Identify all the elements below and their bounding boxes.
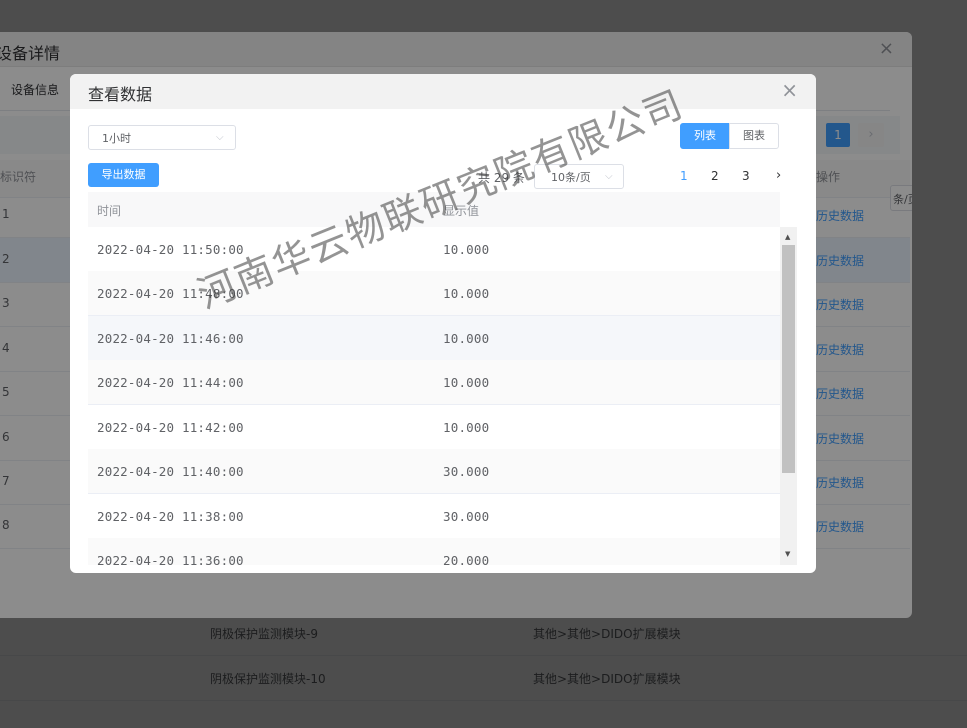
scrollbar-thumb[interactable]: [782, 245, 795, 473]
cell-time: 2022-04-20 11:38:00: [97, 509, 244, 524]
table-row[interactable]: 2022-04-20 11:42:00 10.000: [88, 405, 780, 450]
cell-time: 2022-04-20 11:48:00: [97, 286, 244, 301]
cell-time: 2022-04-20 11:40:00: [97, 464, 244, 479]
table-row[interactable]: 2022-04-20 11:48:00 10.000: [88, 271, 780, 316]
dialog-header: 查看数据 ×: [70, 74, 816, 109]
cell-value: 10.000: [443, 331, 490, 346]
export-data-button[interactable]: 导出数据: [88, 163, 159, 187]
cell-time: 2022-04-20 11:42:00: [97, 420, 244, 435]
time-range-value: 1小时: [102, 132, 131, 145]
scroll-up-icon[interactable]: ▲: [785, 233, 790, 241]
table-row[interactable]: 2022-04-20 11:50:00 10.000: [88, 227, 780, 272]
table-row[interactable]: 2022-04-20 11:44:00 10.000: [88, 360, 780, 405]
chevron-down-icon: ⌵: [216, 132, 224, 143]
column-header-time: 时间: [97, 204, 122, 218]
cell-value: 10.000: [443, 242, 490, 257]
view-data-dialog: 查看数据 × 1小时 ⌵ 列表 图表 导出数据 共 29 条 10条/页 ⌵ 1…: [70, 74, 816, 573]
page-size-value: 10条/页: [551, 171, 591, 184]
cell-value: 30.000: [443, 509, 490, 524]
column-header-value: 显示值: [443, 204, 480, 218]
cell-value: 20.000: [443, 553, 490, 565]
pagination-page-2[interactable]: 2: [711, 169, 719, 183]
view-list-button[interactable]: 列表: [680, 123, 730, 149]
table-row[interactable]: 2022-04-20 11:46:00 10.000: [88, 316, 780, 361]
close-icon[interactable]: ×: [781, 78, 798, 102]
pagination-next-button[interactable]: ›: [776, 168, 781, 183]
table-row[interactable]: 2022-04-20 11:38:00 30.000: [88, 494, 780, 539]
cell-time: 2022-04-20 11:50:00: [97, 242, 244, 257]
cell-time: 2022-04-20 11:44:00: [97, 375, 244, 390]
cell-value: 10.000: [443, 286, 490, 301]
table-row[interactable]: 2022-04-20 11:36:00 20.000: [88, 538, 780, 565]
cell-value: 30.000: [443, 464, 490, 479]
time-range-select[interactable]: 1小时 ⌵: [88, 125, 236, 150]
table-scrollbar[interactable]: ▲ ▼: [780, 227, 797, 565]
table-body[interactable]: 2022-04-20 11:50:00 10.000 2022-04-20 11…: [88, 227, 780, 565]
scroll-down-icon[interactable]: ▼: [785, 550, 790, 558]
table-row[interactable]: 2022-04-20 11:40:00 30.000: [88, 449, 780, 494]
dialog-title: 查看数据: [88, 85, 153, 104]
pagination-page-1[interactable]: 1: [680, 169, 688, 183]
cell-value: 10.000: [443, 375, 490, 390]
cell-time: 2022-04-20 11:36:00: [97, 553, 244, 565]
cell-value: 10.000: [443, 420, 490, 435]
chevron-down-icon: ⌵: [605, 171, 613, 182]
cell-time: 2022-04-20 11:46:00: [97, 331, 244, 346]
pagination-total: 共 29 条: [478, 171, 525, 185]
pagination-page-3[interactable]: 3: [742, 169, 750, 183]
view-chart-button[interactable]: 图表: [729, 123, 779, 149]
page-size-select[interactable]: 10条/页 ⌵: [534, 164, 624, 189]
table-header: 时间 显示值: [88, 192, 780, 228]
